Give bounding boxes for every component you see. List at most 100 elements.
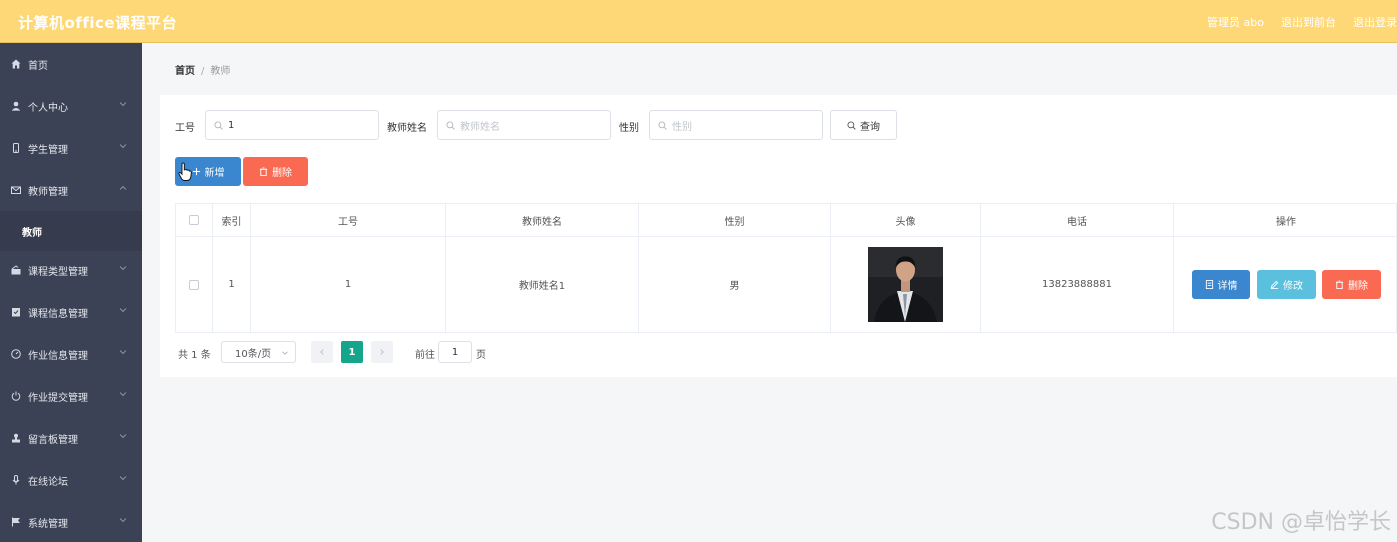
gonghao-label: 工号 <box>175 123 195 134</box>
sidebar-item-homework-info[interactable]: 作业信息管理 <box>0 333 142 375</box>
page-size-select[interactable]: 10条/页 <box>221 341 296 363</box>
hand-cursor-icon <box>178 162 192 181</box>
mic-icon <box>11 475 21 485</box>
teacher-name-placeholder: 教师姓名 <box>460 121 500 133</box>
column-header-gonghao: 工号 <box>251 204 446 237</box>
page-number-current[interactable]: 1 <box>341 341 363 363</box>
document-icon <box>1205 280 1213 289</box>
plus-icon <box>192 167 200 176</box>
column-header-phone: 电话 <box>981 204 1174 237</box>
add-button-label: 新增 <box>204 168 225 179</box>
gender-label: 性别 <box>619 123 639 134</box>
goto-page-input[interactable]: 1 <box>438 341 472 363</box>
sidebar-item-message-board[interactable]: 留言板管理 <box>0 417 142 459</box>
detail-button[interactable]: 详情 <box>1192 270 1250 299</box>
user-icon <box>11 101 21 111</box>
chevron-right-icon <box>380 349 384 355</box>
select-all-checkbox[interactable] <box>189 215 199 225</box>
sidebar-item-forum[interactable]: 在线论坛 <box>0 459 142 501</box>
cell-phone: 13823888881 <box>981 237 1174 332</box>
page-size-value: 10条/页 <box>235 348 272 360</box>
chevron-down-icon <box>119 144 127 149</box>
clipboard-icon <box>11 307 21 317</box>
watermark-text: CSDN @卓怡学长 <box>1211 510 1391 535</box>
gonghao-input-value: 1 <box>228 119 235 131</box>
gender-input[interactable]: 性别 <box>649 110 823 140</box>
breadcrumb-current: 教师 <box>210 66 231 77</box>
search-icon <box>847 120 856 130</box>
sidebar-item-homework-submit[interactable]: 作业提交管理 <box>0 375 142 417</box>
sidebar-item-home[interactable]: 首页 <box>0 43 142 85</box>
edit-button[interactable]: 修改 <box>1257 270 1316 299</box>
batch-delete-label: 删除 <box>272 168 292 179</box>
row-delete-button[interactable]: 删除 <box>1322 270 1381 299</box>
sidebar-item-system[interactable]: 系统管理 <box>0 501 142 542</box>
logout-link[interactable]: 退出登录 <box>1353 14 1397 30</box>
column-header-name: 教师姓名 <box>446 204 639 237</box>
chevron-down-icon <box>119 266 127 271</box>
next-page-button[interactable] <box>371 341 393 363</box>
sidebar-item-label: 个人中心 <box>28 102 68 114</box>
mail-icon <box>11 185 21 195</box>
teacher-name-label: 教师姓名 <box>387 123 427 134</box>
chevron-down-icon <box>119 434 127 439</box>
back-to-frontend-link[interactable]: 退出到前台 <box>1281 14 1336 30</box>
chevron-left-icon <box>320 349 324 355</box>
trash-icon <box>259 167 268 176</box>
batch-delete-button[interactable]: 删除 <box>243 157 308 186</box>
cell-name: 教师姓名1 <box>446 237 639 332</box>
admin-user-link[interactable]: 管理员 abo <box>1207 14 1264 30</box>
app-title: 计算机office课程平台 <box>18 14 178 32</box>
sidebar-item-label: 课程类型管理 <box>28 266 88 278</box>
search-icon <box>658 120 667 130</box>
sidebar-item-course-info[interactable]: 课程信息管理 <box>0 291 142 333</box>
breadcrumb: 首页 / 教师 <box>175 62 230 77</box>
row-checkbox[interactable] <box>189 279 199 290</box>
column-header-avatar: 头像 <box>831 204 981 237</box>
row-select-cell <box>176 237 213 332</box>
sidebar-item-profile[interactable]: 个人中心 <box>0 85 142 127</box>
breadcrumb-home[interactable]: 首页 <box>175 66 195 77</box>
row-delete-label: 删除 <box>1348 281 1368 292</box>
sidebar-item-label: 教师管理 <box>28 186 68 198</box>
teacher-table: 索引 工号 教师姓名 性别 头像 电话 操作 1 1 教师姓名1 男 13823… <box>175 203 1397 333</box>
teacher-name-input[interactable]: 教师姓名 <box>437 110 611 140</box>
sidebar-item-course-types[interactable]: 课程类型管理 <box>0 249 142 291</box>
chevron-down-icon <box>119 308 127 313</box>
sidebar-item-students[interactable]: 学生管理 <box>0 127 142 169</box>
trash-icon <box>1335 280 1344 289</box>
chevron-down-icon <box>119 476 127 481</box>
chevron-down-icon <box>119 102 127 107</box>
column-header-gender: 性别 <box>639 204 831 237</box>
power-icon <box>11 391 21 401</box>
sidebar-item-teachers[interactable]: 教师管理 <box>0 169 142 211</box>
chevron-up-icon <box>119 185 127 190</box>
breadcrumb-separator: / <box>201 66 205 77</box>
sidebar: 首页 个人中心 学生管理 教师管理 教师 课程类型管理 课程信息管理 作业信息管… <box>0 43 142 542</box>
column-header-actions: 操作 <box>1174 204 1397 237</box>
goto-label: 前往 <box>415 350 435 361</box>
query-button[interactable]: 查询 <box>830 110 897 140</box>
prev-page-button[interactable] <box>311 341 333 363</box>
teacher-avatar[interactable] <box>868 247 943 322</box>
mobile-icon <box>11 143 21 153</box>
home-icon <box>11 59 21 69</box>
gender-placeholder: 性别 <box>672 121 692 133</box>
edit-pencil-icon <box>1270 280 1279 289</box>
sidebar-item-label: 学生管理 <box>28 144 68 156</box>
query-button-label: 查询 <box>860 121 880 133</box>
chart-icon <box>11 265 21 275</box>
cell-gender: 男 <box>639 237 831 332</box>
edit-button-label: 修改 <box>1283 281 1303 292</box>
search-icon <box>214 120 223 130</box>
chevron-down-icon <box>119 392 127 397</box>
top-header: 计算机office课程平台 管理员 abo 退出到前台 退出登录 <box>0 0 1397 43</box>
search-icon <box>446 120 455 130</box>
detail-button-label: 详情 <box>1217 281 1238 292</box>
gonghao-input[interactable]: 1 <box>205 110 379 140</box>
cell-index: 1 <box>213 237 251 332</box>
sidebar-subitem-teacher[interactable]: 教师 <box>0 211 142 251</box>
select-all-cell <box>176 204 213 237</box>
sidebar-item-label: 作业信息管理 <box>28 350 88 362</box>
stamp-icon <box>11 433 21 443</box>
